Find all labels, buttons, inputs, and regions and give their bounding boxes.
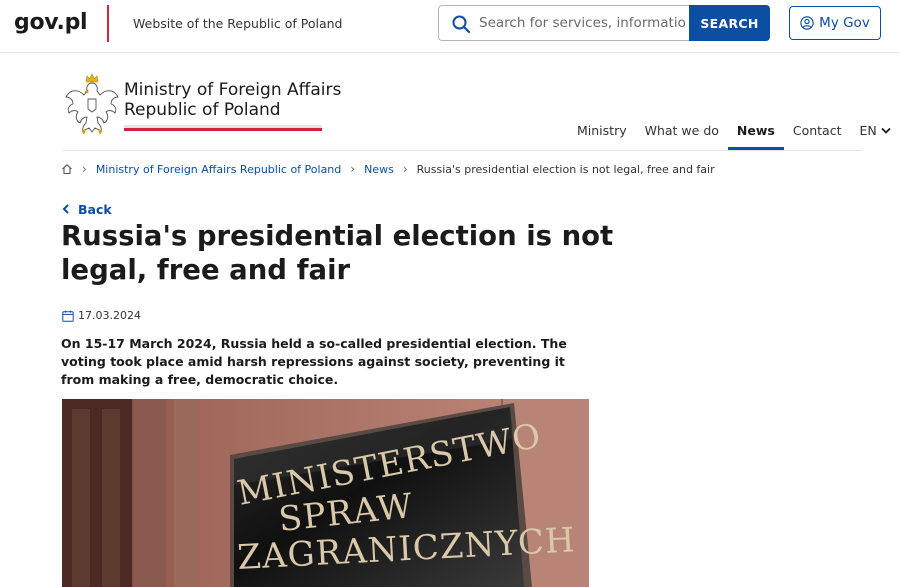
gov-topbar: gov.pl Website of the Republic of Poland… bbox=[0, 0, 900, 53]
nav-item-news[interactable]: News bbox=[727, 118, 784, 150]
search-input[interactable] bbox=[479, 12, 687, 34]
language-selector[interactable]: EN bbox=[850, 118, 899, 150]
article-date: 17.03.2024 bbox=[62, 309, 141, 322]
nav-item-what-we-do[interactable]: What we do bbox=[636, 118, 728, 150]
language-label: EN bbox=[859, 123, 877, 138]
main-nav: Ministry What we do News Contact EN bbox=[568, 118, 900, 150]
polish-eagle-emblem-icon[interactable] bbox=[64, 73, 120, 135]
ministry-flag-stripe bbox=[124, 125, 322, 131]
breadcrumb-current: Russia's presidential election is not le… bbox=[416, 162, 715, 176]
back-link[interactable]: Back bbox=[62, 202, 112, 217]
breadcrumb-news-link[interactable]: News bbox=[364, 163, 394, 176]
article-date-text: 17.03.2024 bbox=[78, 309, 141, 322]
article-lead: On 15-17 March 2024, Russia held a so-ca… bbox=[61, 336, 567, 387]
ministry-name-line1: Ministry of Foreign Affairs bbox=[124, 80, 342, 100]
search-icon bbox=[452, 15, 471, 34]
article-photo: MINISTERSTWO SPRAW ZAGRANICZNYCH bbox=[62, 399, 589, 587]
nav-item-contact[interactable]: Contact bbox=[784, 118, 851, 150]
chevron-down-icon bbox=[881, 127, 891, 134]
back-label: Back bbox=[78, 202, 112, 217]
my-gov-button[interactable]: My Gov bbox=[789, 6, 881, 40]
calendar-icon bbox=[62, 310, 74, 322]
breadcrumb-separator-icon: › bbox=[82, 162, 87, 176]
ministry-name-line2: Republic of Poland bbox=[124, 100, 281, 120]
breadcrumb-separator-icon: › bbox=[350, 162, 356, 176]
nav-divider bbox=[62, 150, 863, 151]
search-box bbox=[438, 5, 690, 41]
ministry-name[interactable]: Ministry of Foreign Affairs Republic of … bbox=[124, 80, 341, 120]
chevron-left-icon bbox=[62, 204, 69, 214]
gov-pl-logo[interactable]: gov.pl bbox=[14, 10, 88, 35]
breadcrumb: › Ministry of Foreign Affairs Republic o… bbox=[61, 162, 715, 176]
my-gov-label: My Gov bbox=[819, 15, 870, 31]
nav-item-ministry[interactable]: Ministry bbox=[568, 118, 636, 150]
logo-divider bbox=[107, 5, 109, 42]
article-title: Russia's presidential election is not le… bbox=[61, 220, 614, 286]
search-button[interactable]: SEARCH bbox=[689, 5, 770, 41]
home-icon[interactable] bbox=[61, 163, 73, 175]
breadcrumb-separator-icon: › bbox=[402, 162, 408, 176]
site-caption: Website of the Republic of Poland bbox=[133, 16, 343, 31]
user-circle-icon bbox=[800, 16, 814, 30]
breadcrumb-ministry-link[interactable]: Ministry of Foreign Affairs Republic of … bbox=[96, 163, 341, 176]
